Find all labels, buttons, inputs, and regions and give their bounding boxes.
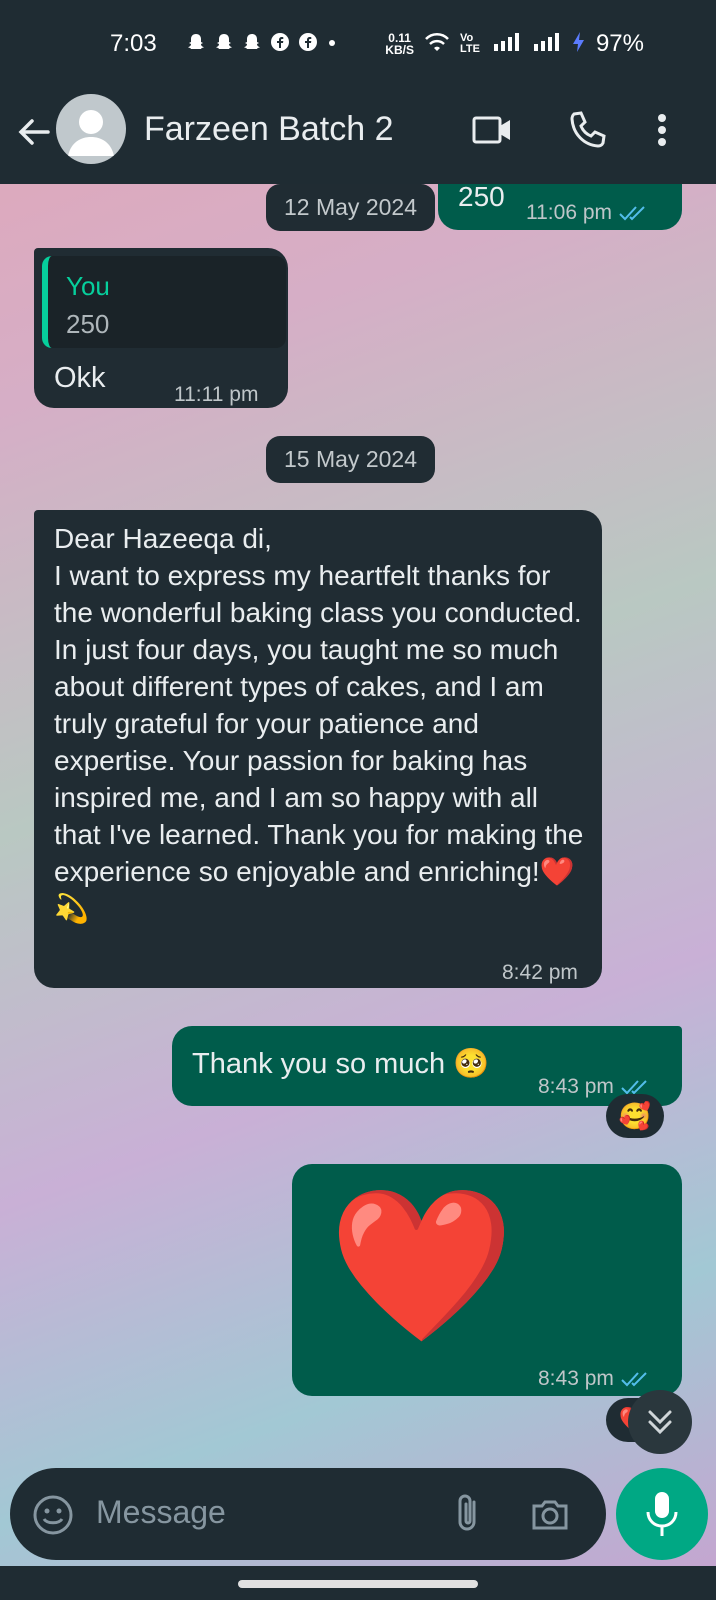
message-out-partial[interactable]: 250 11:06 pm <box>438 184 682 230</box>
status-right: 0.11 KB/S Vo LTE 97% <box>385 30 644 58</box>
double-tick-icon <box>619 206 645 221</box>
message-time: 11:06 pm <box>526 194 652 231</box>
signal-icon <box>492 32 522 57</box>
home-gesture-handle[interactable] <box>238 1580 478 1588</box>
quote-text: 250 <box>66 309 110 339</box>
message-out-heart[interactable]: ❤️ 8:43 pm <box>292 1164 682 1396</box>
facebook-icon <box>270 32 290 57</box>
mic-button[interactable] <box>616 1468 708 1560</box>
chat-title[interactable]: Farzeen Batch 2 <box>144 110 393 149</box>
message-time: 8:42 pm <box>502 961 578 984</box>
volte-label: Vo LTE <box>459 32 480 55</box>
message-in-long[interactable]: Dear Hazeeqa di, I want to express my he… <box>34 510 602 988</box>
message-text: Dear Hazeeqa di, I want to express my he… <box>54 523 584 924</box>
message-time: 11:11 pm <box>174 383 259 406</box>
avatar-placeholder-icon[interactable] <box>56 94 126 164</box>
double-chevron-down-icon <box>648 1410 672 1435</box>
more-vert-icon[interactable] <box>650 108 674 152</box>
quoted-message[interactable]: You 250 <box>42 256 286 348</box>
phone-icon[interactable] <box>566 108 610 152</box>
quote-author: You <box>66 271 110 301</box>
message-input[interactable]: Message <box>96 1494 226 1531</box>
chat-header: Farzeen Batch 2 <box>0 88 716 184</box>
snapchat-icon <box>214 32 234 57</box>
wifi-icon <box>424 31 450 58</box>
snapchat-icon <box>242 32 262 57</box>
signal-icon <box>532 32 562 57</box>
date-chip: 15 May 2024 <box>266 436 435 483</box>
arrow-back-icon[interactable] <box>14 112 54 152</box>
message-in-reply[interactable]: You 250 Okk 11:11 pm <box>34 248 288 408</box>
dot-icon <box>326 32 338 57</box>
double-tick-icon <box>621 1372 647 1387</box>
attach-icon[interactable] <box>450 1492 486 1541</box>
mic-icon <box>646 1492 678 1536</box>
camera-icon[interactable] <box>528 1492 572 1541</box>
net-speed: 0.11 KB/S <box>385 31 414 57</box>
battery-level: 97% <box>595 30 644 57</box>
status-time: 7:03 <box>110 30 157 57</box>
status-bar: 7:03 0.11 KB/S Vo LTE 97% <box>0 0 716 88</box>
message-text: Thank you so much 🥺 <box>192 1048 490 1080</box>
video-call-icon[interactable] <box>470 108 514 152</box>
message-composer[interactable]: Message <box>10 1468 606 1560</box>
chat-area[interactable]: 250 11:06 pm 12 May 2024 You 250 Okk 11:… <box>0 184 716 1464</box>
facebook-icon <box>298 32 318 57</box>
scroll-to-bottom-button[interactable] <box>628 1390 692 1454</box>
reaction-badge[interactable]: 🥰 <box>606 1094 664 1138</box>
message-text: Okk <box>54 362 106 394</box>
date-chip: 12 May 2024 <box>266 184 435 231</box>
snapchat-icon <box>186 32 206 57</box>
message-text: 250 <box>458 184 505 212</box>
emoji-icon[interactable] <box>32 1494 74 1541</box>
message-out-thanks[interactable]: Thank you so much 🥺 8:43 pm <box>172 1026 682 1106</box>
charging-icon <box>572 31 586 58</box>
notification-icons <box>186 32 338 57</box>
heart-emoji: ❤️ <box>328 1181 515 1349</box>
